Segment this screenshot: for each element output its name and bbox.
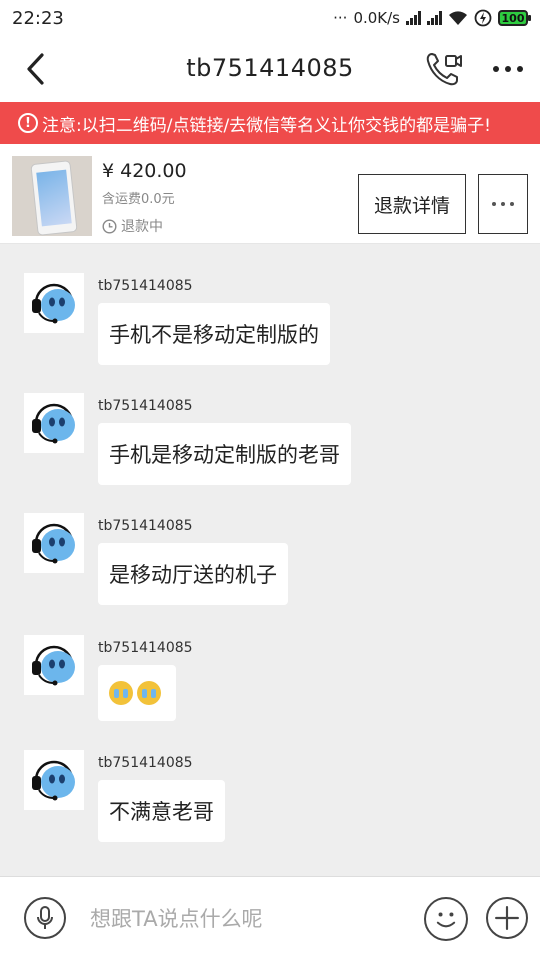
alert-icon: ! [18,113,38,133]
order-card[interactable]: ¥ 420.00 含运费0.0元 退款中 退款详情 [0,144,540,244]
crying-face-emoji [137,681,161,705]
status-indicators: ··· 0.0K/s 100 [333,9,531,27]
dots-indicator: ··· [333,9,348,27]
video-call-icon[interactable] [424,50,464,88]
battery-level: 100 [501,11,525,25]
customer-service-avatar-icon [32,283,75,324]
crying-face-emoji [109,681,133,705]
customer-service-avatar-icon [32,523,75,564]
sender-name: tb751414085 [98,755,193,771]
charging-icon [474,9,492,27]
fraud-warning-banner: ! 注意:以扫二维码/点链接/去微信等名义让你交钱的都是骗子! [0,102,540,144]
more-dots-icon [492,202,514,206]
message-input[interactable] [90,903,390,935]
warning-text: 注意:以扫二维码/点链接/去微信等名义让你交钱的都是骗子! [42,115,491,136]
avatar[interactable] [24,750,84,810]
refund-details-button[interactable]: 退款详情 [358,174,466,234]
emoji-message-bubble[interactable] [98,665,176,721]
product-thumbnail[interactable] [12,156,92,236]
message-bubble[interactable]: 手机是移动定制版的老哥 [98,423,351,485]
product-price: ¥ 420.00 [102,160,187,182]
signal-icon-2 [427,11,442,25]
message-bubble[interactable]: 手机不是移动定制版的 [98,303,330,365]
more-icon[interactable] [490,56,526,82]
refund-status-text: 退款中 [121,219,163,235]
customer-service-avatar-icon [32,760,75,801]
refund-status: 退款中 [102,216,163,236]
clock-icon [102,218,117,234]
sender-name: tb751414085 [98,518,193,534]
voice-button[interactable] [24,897,66,939]
chat-header: tb751414085 [0,36,540,102]
sender-name: tb751414085 [98,278,193,294]
wifi-icon [449,11,467,25]
avatar[interactable] [24,513,84,573]
signal-icon [406,11,421,25]
microphone-icon [37,906,53,929]
status-time: 22:23 [12,7,64,29]
avatar[interactable] [24,635,84,695]
battery-icon: 100 [498,10,531,26]
message-bubble[interactable]: 是移动厅送的机子 [98,543,288,605]
phone-image [30,160,78,236]
customer-service-avatar-icon [32,403,75,444]
sender-name: tb751414085 [98,640,193,656]
chat-messages[interactable]: tb751414085 手机不是移动定制版的 tb751414085 手机是移动… [0,245,540,875]
input-bar [0,876,540,960]
network-speed: 0.0K/s [353,9,400,27]
emoji-button-icon[interactable] [424,897,468,941]
shipping-fee: 含运费0.0元 [102,192,175,207]
message-bubble[interactable]: 不满意老哥 [98,780,225,842]
card-more-button[interactable] [478,174,528,234]
status-bar: 22:23 ··· 0.0K/s 100 [0,0,540,36]
avatar[interactable] [24,393,84,453]
customer-service-avatar-icon [32,645,75,686]
sender-name: tb751414085 [98,398,193,414]
plus-icon[interactable] [486,897,528,939]
avatar[interactable] [24,273,84,333]
